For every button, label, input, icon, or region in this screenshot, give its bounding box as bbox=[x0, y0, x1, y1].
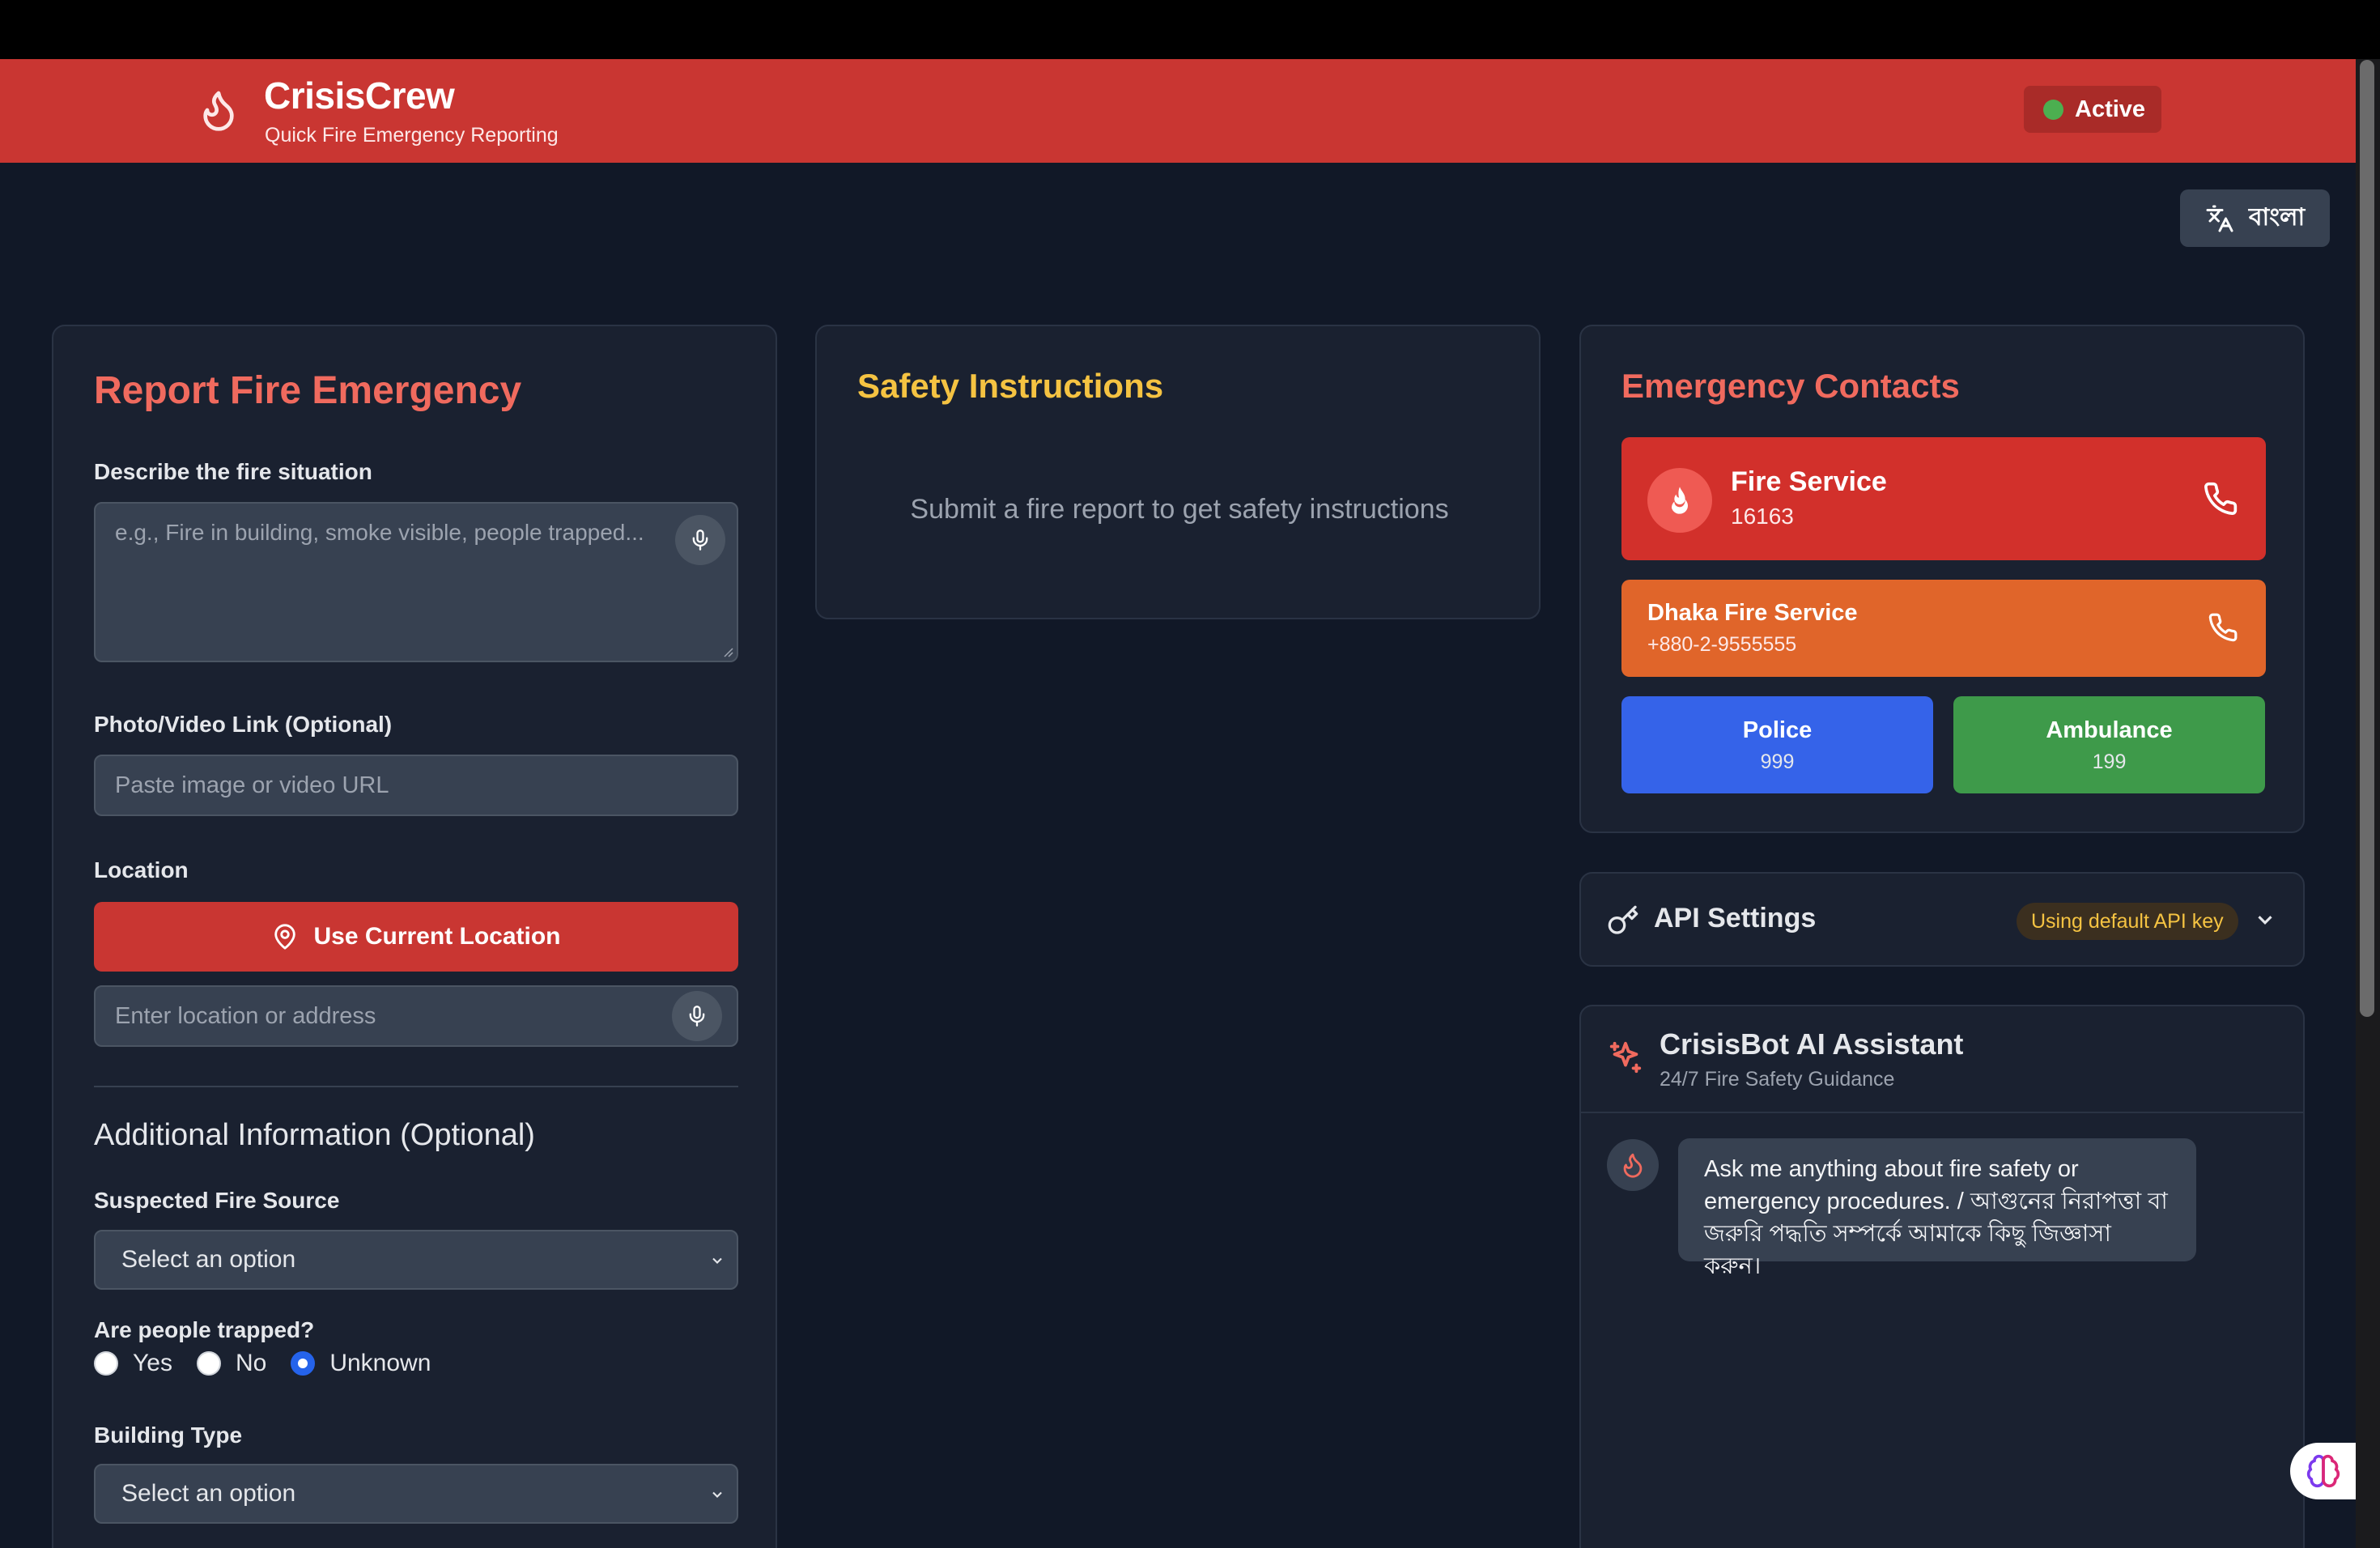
chatbot-message-bubble: Ask me anything about fire safety or eme… bbox=[1678, 1138, 2196, 1279]
additional-info-title: Additional Information (Optional) bbox=[94, 1118, 535, 1152]
radio-yes[interactable] bbox=[94, 1351, 118, 1376]
brand-tagline: Quick Fire Emergency Reporting bbox=[265, 124, 559, 147]
status-dot-icon bbox=[2043, 99, 2063, 120]
chevron-down-icon bbox=[712, 1257, 722, 1264]
building-type-label: Building Type bbox=[94, 1423, 243, 1448]
dhaka-fire-service-name: Dhaka Fire Service bbox=[1647, 600, 1858, 626]
bot-avatar bbox=[1607, 1139, 1659, 1191]
dhaka-fire-service-number: +880-2-9555555 bbox=[1647, 633, 1797, 656]
radio-unknown[interactable] bbox=[291, 1351, 316, 1376]
building-type-select[interactable]: Select an option bbox=[94, 1464, 738, 1524]
language-label: বাংলা bbox=[2248, 204, 2306, 231]
microphone-icon bbox=[692, 529, 708, 551]
ambulance-number: 199 bbox=[2092, 751, 2127, 773]
police-name: Police bbox=[1742, 717, 1813, 743]
location-label: Location bbox=[94, 857, 189, 882]
trapped-option-unknown[interactable]: Unknown bbox=[291, 1350, 431, 1377]
resize-handle-icon[interactable] bbox=[722, 646, 733, 657]
location-input[interactable]: Enter location or address bbox=[94, 985, 738, 1047]
section-divider bbox=[94, 1086, 738, 1087]
language-toggle-button[interactable]: বাংলা bbox=[2180, 189, 2330, 247]
trapped-option-yes[interactable]: Yes bbox=[94, 1350, 172, 1377]
building-type-value: Select an option bbox=[121, 1480, 296, 1507]
api-settings-title: API Settings bbox=[1654, 903, 1817, 933]
fire-source-label: Suspected Fire Source bbox=[94, 1188, 340, 1213]
radio-no[interactable] bbox=[196, 1351, 221, 1376]
fire-service-contact[interactable]: Fire Service 16163 bbox=[1621, 437, 2266, 560]
flame-icon bbox=[1672, 487, 1688, 514]
ambulance-contact[interactable]: Ambulance 199 bbox=[1953, 696, 2265, 793]
fire-service-number: 16163 bbox=[1731, 504, 1794, 529]
chevron-down-icon[interactable] bbox=[2253, 908, 2277, 932]
safety-empty-text: Submit a fire report to get safety instr… bbox=[910, 494, 1449, 525]
use-current-location-label: Use Current Location bbox=[313, 923, 561, 950]
police-number: 999 bbox=[1760, 751, 1795, 773]
fire-source-value: Select an option bbox=[121, 1246, 296, 1273]
api-key-badge: Using default API key bbox=[2017, 903, 2238, 940]
fire-service-name: Fire Service bbox=[1731, 466, 1887, 497]
description-placeholder: e.g., Fire in building, smoke visible, p… bbox=[115, 520, 644, 545]
api-settings-card[interactable]: API Settings Using default API key bbox=[1579, 872, 2305, 967]
report-title: Report Fire Emergency bbox=[94, 369, 522, 412]
chatbot-divider bbox=[1581, 1112, 2303, 1113]
trapped-radio-group: Yes No Unknown bbox=[94, 1350, 455, 1377]
flame-logo-icon bbox=[203, 91, 234, 131]
trapped-option-no[interactable]: No bbox=[196, 1350, 267, 1377]
phone-icon bbox=[2208, 613, 2238, 642]
flame-icon bbox=[1623, 1153, 1643, 1178]
emergency-contacts-card: Emergency Contacts Fire Service 16163 Dh… bbox=[1579, 325, 2305, 833]
status-label: Active bbox=[2075, 96, 2146, 122]
app-header: CrisisCrew Quick Fire Emergency Reportin… bbox=[0, 59, 2356, 163]
contacts-title: Emergency Contacts bbox=[1621, 367, 1960, 405]
media-url-input[interactable]: Paste image or video URL bbox=[94, 755, 738, 816]
description-textarea[interactable]: e.g., Fire in building, smoke visible, p… bbox=[94, 502, 738, 662]
phone-icon bbox=[2204, 482, 2238, 516]
assistant-launcher-button[interactable] bbox=[2290, 1443, 2356, 1499]
microphone-icon bbox=[689, 1006, 705, 1027]
brain-icon bbox=[2306, 1454, 2340, 1488]
radio-unknown-label: Unknown bbox=[329, 1350, 431, 1376]
chatbot-subtitle: 24/7 Fire Safety Guidance bbox=[1660, 1068, 1895, 1091]
use-current-location-button[interactable]: Use Current Location bbox=[94, 902, 738, 972]
key-icon bbox=[1608, 905, 1638, 934]
media-label: Photo/Video Link (Optional) bbox=[94, 712, 393, 737]
sparkles-icon bbox=[1609, 1041, 1642, 1074]
chatbot-title: CrisisBot AI Assistant bbox=[1660, 1027, 1964, 1061]
status-badge: Active bbox=[2024, 86, 2161, 133]
police-contact[interactable]: Police 999 bbox=[1621, 696, 1933, 793]
description-mic-button[interactable] bbox=[675, 515, 725, 565]
brand-name: CrisisCrew bbox=[264, 74, 455, 117]
fire-service-icon-badge bbox=[1647, 468, 1712, 533]
description-label: Describe the fire situation bbox=[94, 459, 372, 484]
translate-icon bbox=[2206, 205, 2233, 232]
safety-instructions-card: Safety Instructions Submit a fire report… bbox=[815, 325, 1541, 619]
scrollbar-thumb[interactable] bbox=[2360, 60, 2374, 1017]
chevron-down-icon bbox=[712, 1491, 722, 1498]
report-form-card: Report Fire Emergency Describe the fire … bbox=[52, 325, 777, 1548]
chatbot-card: CrisisBot AI Assistant 24/7 Fire Safety … bbox=[1579, 1005, 2305, 1548]
fire-source-select[interactable]: Select an option bbox=[94, 1230, 738, 1290]
radio-yes-label: Yes bbox=[133, 1350, 172, 1376]
location-placeholder: Enter location or address bbox=[115, 1003, 376, 1029]
ambulance-name: Ambulance bbox=[2046, 717, 2173, 743]
trapped-label: Are people trapped? bbox=[94, 1317, 315, 1342]
dhaka-fire-service-contact[interactable]: Dhaka Fire Service +880-2-9555555 bbox=[1621, 580, 2266, 677]
safety-title: Safety Instructions bbox=[857, 367, 1164, 405]
radio-no-label: No bbox=[235, 1350, 267, 1376]
map-pin-icon bbox=[274, 924, 296, 950]
media-url-placeholder: Paste image or video URL bbox=[115, 772, 389, 798]
location-mic-button[interactable] bbox=[672, 991, 722, 1041]
browser-top-bar bbox=[0, 0, 2380, 59]
